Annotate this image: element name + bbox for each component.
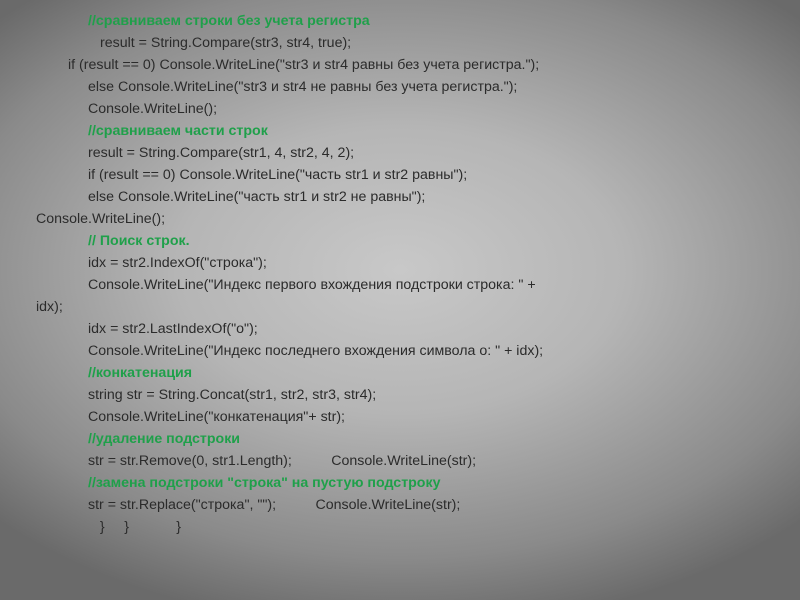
code-line: //удаление подстроки <box>0 428 800 450</box>
code-line: idx = str2.IndexOf("строка"); <box>0 252 800 274</box>
code-line: if (result == 0) Console.WriteLine("str3… <box>0 54 800 76</box>
code-line: //замена подстроки "строка" на пустую по… <box>0 472 800 494</box>
code-slide: //сравниваем строки без учета регистраre… <box>0 0 800 538</box>
code-line: Console.WriteLine("Индекс последнего вхо… <box>0 340 800 362</box>
code-line: string str = String.Concat(str1, str2, s… <box>0 384 800 406</box>
code-line: result = String.Compare(str1, 4, str2, 4… <box>0 142 800 164</box>
code-line: //сравниваем строки без учета регистра <box>0 10 800 32</box>
code-line: Console.WriteLine(); <box>0 208 800 230</box>
code-line: } } } <box>0 516 800 538</box>
code-line: //конкатенация <box>0 362 800 384</box>
code-line: if (result == 0) Console.WriteLine("част… <box>0 164 800 186</box>
code-line: idx); <box>0 296 800 318</box>
code-line: else Console.WriteLine("часть str1 и str… <box>0 186 800 208</box>
code-line: Console.WriteLine("конкатенация"+ str); <box>0 406 800 428</box>
code-line: str = str.Replace("строка", ""); Console… <box>0 494 800 516</box>
code-line: Console.WriteLine(); <box>0 98 800 120</box>
code-line: str = str.Remove(0, str1.Length); Consol… <box>0 450 800 472</box>
code-line: else Console.WriteLine("str3 и str4 не р… <box>0 76 800 98</box>
code-line: result = String.Compare(str3, str4, true… <box>0 32 800 54</box>
code-line: Console.WriteLine("Индекс первого вхожде… <box>0 274 800 296</box>
code-line: idx = str2.LastIndexOf("о"); <box>0 318 800 340</box>
code-line: // Поиск строк. <box>0 230 800 252</box>
code-line: //сравниваем части строк <box>0 120 800 142</box>
